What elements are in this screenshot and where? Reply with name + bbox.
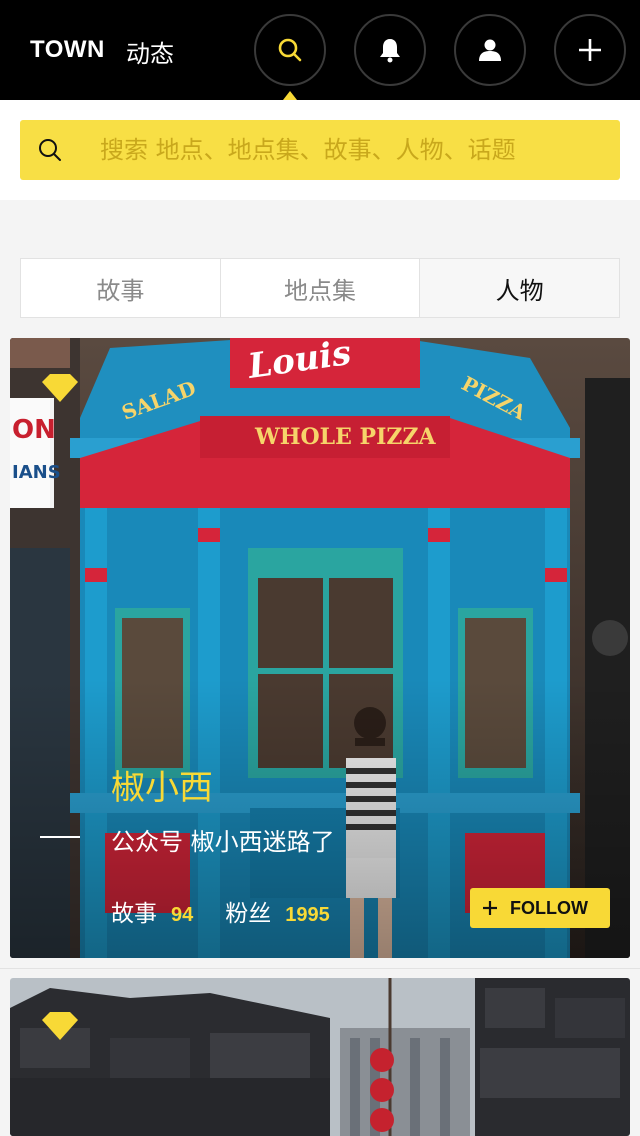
- add-icon: [579, 39, 601, 61]
- top-bar: TOWN 动态: [0, 0, 640, 100]
- follow-label: FOLLOW: [510, 897, 588, 918]
- person-card[interactable]: WHOLE PIZZA SALAD PIZZA Louis ON IANS: [10, 338, 630, 958]
- person-stats: 故事 94 粉丝 1995: [111, 894, 362, 928]
- user-icon: [479, 39, 501, 61]
- follow-button[interactable]: FOLLOW: [470, 888, 610, 928]
- search-nav-button[interactable]: [254, 14, 326, 86]
- person-bio: 公众号 椒小西迷路了: [111, 828, 335, 856]
- search-section: [0, 100, 640, 200]
- cover-photo: WHOLE PIZZA SALAD PIZZA Louis ON IANS: [10, 338, 630, 958]
- add-button[interactable]: [554, 14, 626, 86]
- plus-icon: [483, 901, 497, 915]
- fans-count: 1995: [285, 904, 330, 926]
- diamond-badge-icon: [42, 1012, 78, 1040]
- tab-stories[interactable]: 故事: [21, 259, 221, 317]
- stories-label: 故事: [111, 901, 157, 927]
- search-icon: [39, 139, 61, 161]
- tab-people[interactable]: 人物: [420, 259, 620, 317]
- notifications-button[interactable]: [354, 14, 426, 86]
- search-icon: [278, 38, 302, 62]
- person-name[interactable]: 椒小西: [111, 760, 213, 809]
- tabs-section: 故事 地点集 人物: [0, 238, 640, 338]
- tab-place-collections[interactable]: 地点集: [221, 259, 421, 317]
- cover-photo: [10, 978, 630, 1136]
- brand-logo[interactable]: TOWN: [30, 36, 105, 64]
- card-divider: [0, 968, 640, 969]
- fans-label: 粉丝: [225, 901, 272, 927]
- profile-button[interactable]: [454, 14, 526, 86]
- active-indicator: [283, 91, 297, 100]
- search-input[interactable]: [100, 136, 600, 164]
- nav-dynamic-tab[interactable]: 动态: [126, 34, 174, 69]
- person-card[interactable]: [10, 978, 630, 1136]
- diamond-badge-icon: [42, 374, 78, 402]
- bio-dash: [40, 836, 80, 838]
- bell-icon: [380, 39, 400, 63]
- search-bar[interactable]: [20, 120, 620, 180]
- segment-tabs: 故事 地点集 人物: [20, 258, 620, 318]
- stories-count: 94: [171, 904, 194, 926]
